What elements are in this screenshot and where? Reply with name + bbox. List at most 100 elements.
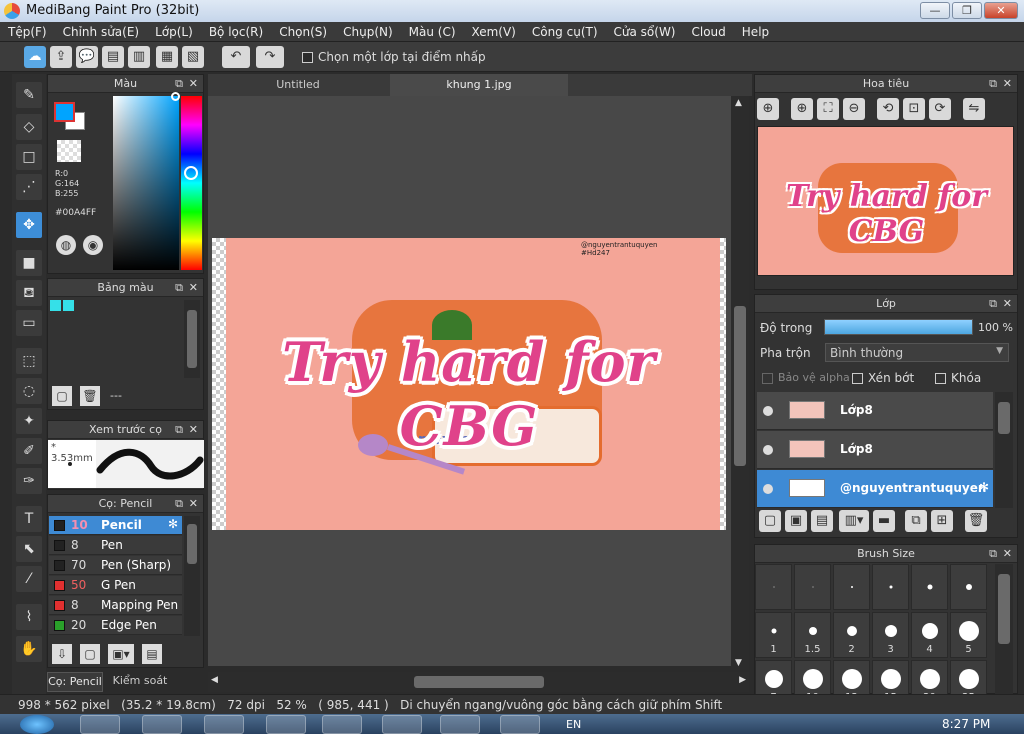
hue-slider[interactable] — [181, 96, 202, 270]
navigator-preview[interactable]: Try hard for CBG — [757, 126, 1014, 276]
taskbar-medibang-icon[interactable] — [382, 715, 422, 734]
tab-untitled[interactable]: Untitled — [208, 74, 388, 96]
gradient-tool-icon[interactable]: ▭ — [16, 310, 42, 336]
new-palette-icon[interactable]: ▢ — [52, 386, 72, 406]
gear-icon[interactable]: ✻ — [168, 517, 178, 531]
brush-item[interactable]: 50 G Pen — [49, 576, 182, 595]
brush-item[interactable]: 10 Pencil ✻ — [49, 516, 182, 535]
eyedropper-tool-icon[interactable]: ⌇ — [16, 604, 42, 630]
popout-icon[interactable]: ⧉ — [989, 545, 997, 563]
new-layer-icon[interactable]: ▢ — [759, 510, 781, 532]
brush-size-cell[interactable]: 7 — [755, 660, 792, 694]
palette-swatch[interactable] — [50, 300, 61, 311]
taskbar-explorer-icon[interactable] — [80, 715, 120, 734]
new-brush-icon[interactable]: ▢ — [80, 644, 100, 664]
close-button[interactable]: ✕ — [984, 2, 1018, 19]
popout-icon[interactable]: ⧉ — [175, 75, 183, 93]
blend-mode-select[interactable]: Bình thường ▼ — [825, 343, 1009, 362]
menu-filter[interactable]: Bộ lọc(R) — [201, 22, 271, 42]
add-layer-dropdown[interactable]: ▥▾ — [839, 510, 869, 532]
merge-layer-icon[interactable]: ⊞ — [931, 510, 953, 532]
rectangle-tool-icon[interactable]: □ — [16, 144, 42, 170]
language-indicator[interactable]: EN — [566, 718, 581, 731]
new-halftone-layer-icon[interactable]: ▣ — [785, 510, 807, 532]
eraser-tool-icon[interactable]: ◇ — [16, 114, 42, 140]
brush-size-cell[interactable]: 1.5 — [794, 612, 831, 658]
maximize-button[interactable]: ❐ — [952, 2, 982, 19]
operation-tool-icon[interactable]: ⬉ — [16, 536, 42, 562]
brush-size-cell[interactable]: 10 — [794, 660, 831, 694]
protect-alpha-checkbox[interactable] — [762, 373, 773, 384]
color-settings-icon[interactable]: ◉ — [83, 235, 103, 255]
brush-size-cell[interactable]: 2 — [833, 612, 870, 658]
zoom-in-2-icon[interactable]: ⊕ — [791, 98, 813, 120]
menu-color[interactable]: Màu (C) — [401, 22, 464, 42]
divide-tool-icon[interactable]: ⁄ — [16, 566, 42, 592]
layer-scrollbar[interactable] — [995, 392, 1013, 508]
select-tool-icon[interactable]: ⬚ — [16, 348, 42, 374]
rotate-left-icon[interactable]: ⟲ — [877, 98, 899, 120]
select-pen-icon[interactable]: ✐ — [16, 438, 42, 464]
brush-size-cell[interactable]: 3 — [872, 612, 909, 658]
taskbar-zalo-icon[interactable] — [440, 715, 480, 734]
scroll-up-icon[interactable]: ▲ — [735, 98, 742, 108]
select-layer-checkbox[interactable] — [302, 52, 313, 63]
gear-icon[interactable]: ✻ — [979, 480, 989, 494]
palette-scrollbar[interactable] — [184, 300, 200, 378]
folder-icon[interactable]: ▬ — [873, 510, 895, 532]
trash-icon[interactable]: 🗑 — [80, 386, 100, 406]
move-tool-icon[interactable]: ✥ — [16, 212, 42, 238]
speech-bubble-icon[interactable]: 💬 — [76, 46, 98, 68]
menu-tools[interactable]: Công cụ(T) — [524, 22, 606, 42]
tab-brush-control[interactable]: Kiểm soát cọ — [105, 672, 175, 705]
fit-window-icon[interactable]: ⛶ — [817, 98, 839, 120]
opacity-slider[interactable] — [824, 319, 973, 335]
close-icon[interactable]: ✕ — [189, 421, 198, 439]
redo-button[interactable]: ↷ — [256, 46, 284, 68]
artwork-canvas[interactable]: meyoco Try hard for CBG @nguyentrantuquy… — [212, 238, 726, 530]
duplicate-layer-icon[interactable]: ⧉ — [905, 510, 927, 532]
brush-size-cell[interactable]: 25 — [950, 660, 987, 694]
scroll-right-icon[interactable]: ▶ — [739, 675, 746, 685]
menu-help[interactable]: Help — [734, 22, 777, 42]
brush-size-cell[interactable]: 4 — [911, 612, 948, 658]
visibility-icon[interactable] — [763, 406, 773, 416]
rotate-right-icon[interactable]: ⟳ — [929, 98, 951, 120]
visibility-icon[interactable] — [763, 484, 773, 494]
popout-icon[interactable]: ⧉ — [989, 75, 997, 93]
cloud-icon[interactable]: ☁ — [24, 46, 46, 68]
minimize-button[interactable]: — — [920, 2, 950, 19]
close-icon[interactable]: ✕ — [1003, 295, 1012, 313]
magic-wand-icon[interactable]: ✦ — [16, 408, 42, 434]
transparent-swatch[interactable] — [57, 140, 81, 162]
popout-icon[interactable]: ⧉ — [175, 495, 183, 513]
tab-brush[interactable]: Cọ: Pencil — [47, 672, 103, 692]
start-button-icon[interactable] — [20, 715, 54, 734]
close-icon[interactable]: ✕ — [189, 75, 198, 93]
brush-size-cell[interactable] — [911, 564, 948, 610]
brush-item[interactable]: 8 Pen — [49, 536, 182, 555]
panel-layout-icon[interactable]: ▦ — [156, 46, 178, 68]
foreground-color-swatch[interactable] — [54, 102, 75, 122]
taskbar-paint-icon[interactable] — [500, 715, 540, 734]
sv-cursor[interactable] — [171, 92, 180, 101]
menu-window[interactable]: Cửa sổ(W) — [606, 22, 684, 42]
visibility-icon[interactable] — [763, 445, 773, 455]
popout-icon[interactable]: ⧉ — [175, 421, 183, 439]
brush-size-cell[interactable] — [872, 564, 909, 610]
document-icon[interactable]: ▥ — [128, 46, 150, 68]
brush-settings-icon[interactable]: ▤ — [142, 644, 162, 664]
brush-tool-icon[interactable]: ✎ — [16, 82, 42, 108]
layer-item[interactable]: Lớp8 — [757, 392, 993, 430]
tab-khung[interactable]: khung 1.jpg — [390, 74, 568, 96]
clock[interactable]: 8:27 PM — [942, 717, 990, 731]
lock-checkbox[interactable] — [935, 373, 946, 384]
new-8bit-layer-icon[interactable]: ▤ — [811, 510, 833, 532]
add-brush-dropdown[interactable]: ▣▾ — [108, 644, 134, 664]
flip-icon[interactable]: ⇋ — [963, 98, 985, 120]
close-icon[interactable]: ✕ — [1003, 75, 1012, 93]
brush-item[interactable]: 8 Mapping Pen — [49, 596, 182, 615]
palette-swatch[interactable] — [63, 300, 74, 311]
brush-size-cell[interactable]: 12 — [833, 660, 870, 694]
comment-icon[interactable]: ▤ — [102, 46, 124, 68]
